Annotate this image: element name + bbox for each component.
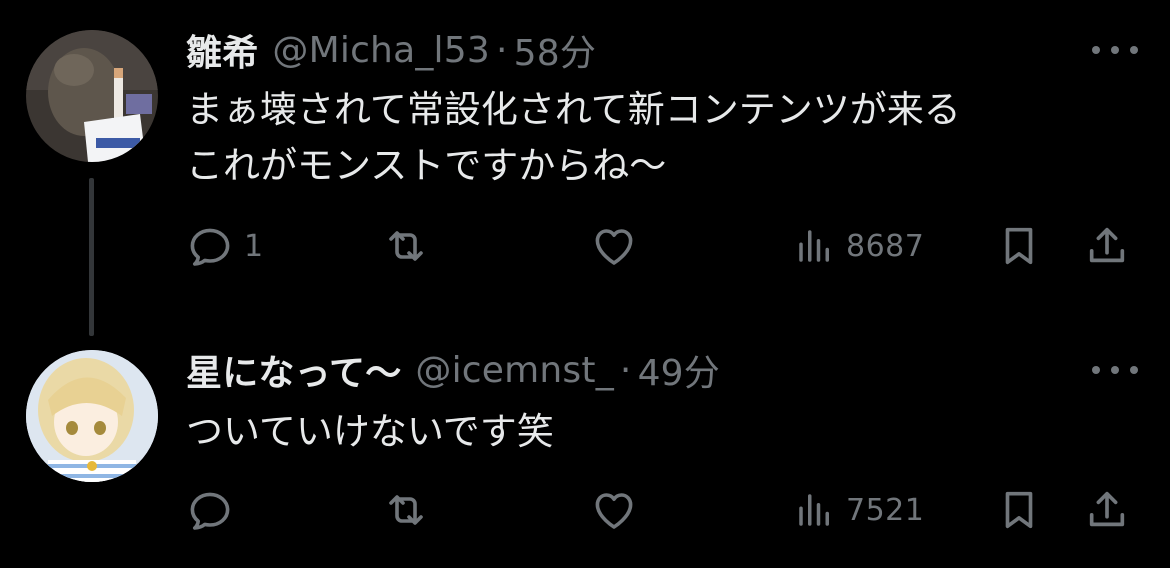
retweet-button[interactable] [382,216,430,276]
tweet-text-line: ついていけないです笑 [186,410,554,453]
display-name[interactable]: 雛希 [186,24,258,76]
view-count: 7521 [846,492,925,528]
tweet-header: 雛希 @Micha_l53 · 58分 [186,28,596,75]
share-button[interactable] [1084,216,1130,276]
views-icon [794,225,836,267]
share-icon [1084,487,1130,533]
user-handle[interactable]: @icemnst_ [415,350,614,391]
views-icon [794,489,836,531]
bookmark-button[interactable] [996,480,1042,540]
avatar[interactable] [26,350,158,482]
tweet-text: ついていけないです笑 [186,404,554,460]
like-icon [590,222,638,270]
retweet-icon [382,222,430,270]
reply-icon [186,222,234,270]
bookmark-icon [996,223,1042,269]
timestamp[interactable]: 58分 [514,24,596,76]
separator-dot: · [619,349,632,391]
tweet-text: まぁ壊されて常設化されて新コンテンツが来る これがモンストですからね〜 [186,82,961,194]
tweet-text-line: これがモンストですからね〜 [186,144,667,187]
tweet[interactable]: 星になって〜 @icemnst_ · 49分 ついていけないです笑 7521 [0,330,1170,568]
action-bar: 1 8687 [186,216,1140,276]
view-count: 8687 [846,228,925,264]
tweet[interactable]: 雛希 @Micha_l53 · 58分 まぁ壊されて常設化されて新コンテンツが来… [0,0,1170,336]
tweet-header: 星になって〜 @icemnst_ · 49分 [186,348,720,395]
views-button[interactable]: 7521 [794,480,924,540]
bookmark-icon [996,487,1042,533]
reply-button[interactable]: 1 [186,216,264,276]
like-button[interactable] [590,216,638,276]
separator-dot: · [495,29,508,71]
retweet-icon [382,486,430,534]
retweet-button[interactable] [382,480,430,540]
action-bar: 7521 [186,480,1140,540]
reply-icon [186,486,234,534]
more-options-icon[interactable] [1092,40,1138,60]
display-name[interactable]: 星になって〜 [186,344,401,396]
thread-connector-line [89,178,94,336]
share-icon [1084,223,1130,269]
reply-count: 1 [244,228,264,264]
like-button[interactable] [590,480,638,540]
share-button[interactable] [1084,480,1130,540]
tweet-text-line: まぁ壊されて常設化されて新コンテンツが来る [186,88,961,131]
reply-button[interactable] [186,480,244,540]
views-button[interactable]: 8687 [794,216,924,276]
bookmark-button[interactable] [996,216,1042,276]
like-icon [590,486,638,534]
more-options-icon[interactable] [1092,360,1138,380]
avatar[interactable] [26,30,158,162]
user-handle[interactable]: @Micha_l53 [272,30,490,71]
timestamp[interactable]: 49分 [638,344,720,396]
